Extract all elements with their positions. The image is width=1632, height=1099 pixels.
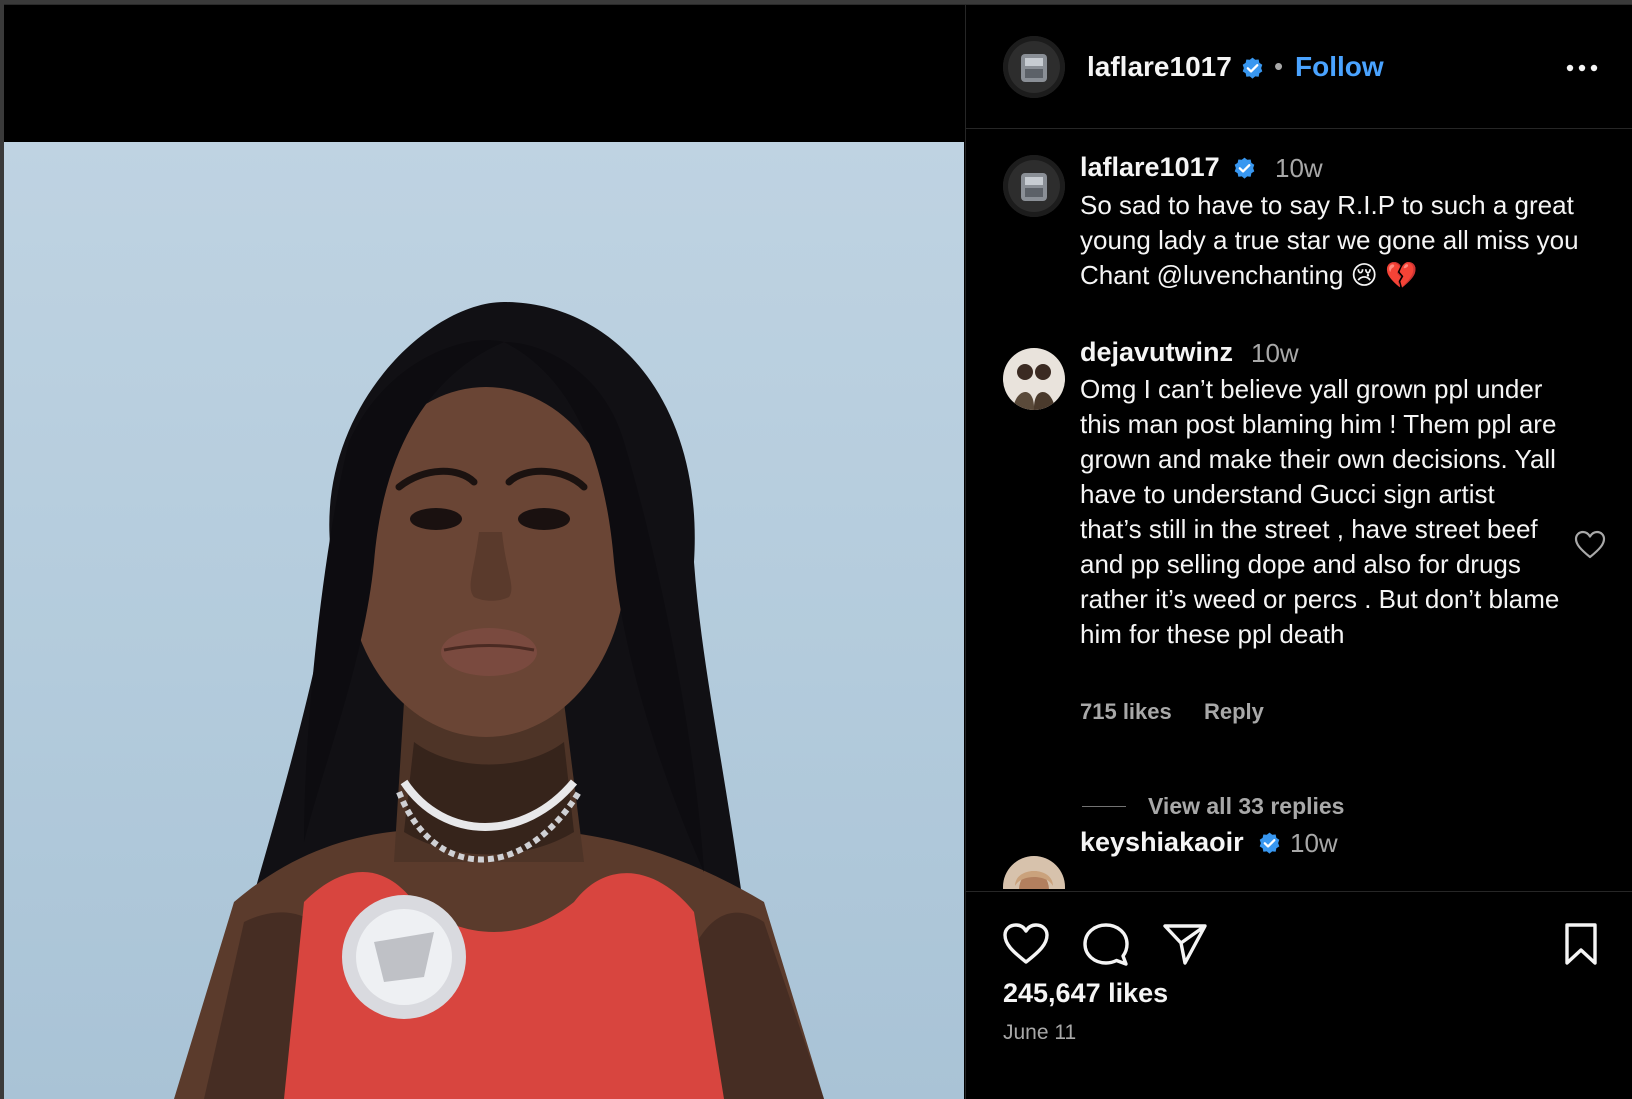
more-options-icon[interactable] [1562,53,1602,83]
comment-bubble-icon[interactable] [1082,922,1130,968]
verified-badge-icon [1240,56,1265,81]
author-avatar[interactable] [1003,36,1065,98]
comment-author-avatar[interactable] [1003,348,1065,410]
caption-author-avatar[interactable] [1003,155,1065,217]
reply-button[interactable]: Reply [1204,699,1264,725]
portrait-illustration [174,302,824,1099]
post-like-count[interactable]: 245,647 likes [1003,978,1168,1009]
post-side-panel: laflare1017 • Follow laflare1017 10w So … [965,5,1632,1099]
heart-icon[interactable] [1002,922,1050,966]
caption-author-username[interactable]: laflare1017 [1080,152,1220,183]
caption-text: So sad to have to say R.I.P to such a gr… [1080,190,1579,290]
replies-divider [1082,806,1126,807]
post-action-bar: 245,647 likes June 11 [966,891,1632,1099]
post-header: laflare1017 • Follow [966,5,1632,129]
comment-text: Omg I can’t believe yall grown ppl under… [1080,374,1560,649]
post-date[interactable]: June 11 [1003,1021,1076,1045]
comment-author-avatar[interactable] [1003,856,1065,889]
instagram-post-window: laflare1017 • Follow laflare1017 10w So … [4,4,1632,1099]
comment-timestamp[interactable]: 10w [1290,828,1338,859]
verified-badge-icon [1232,156,1257,181]
caption-timestamp[interactable]: 10w [1275,153,1323,184]
comment-timestamp[interactable]: 10w [1251,338,1299,369]
separator-dot: • [1274,51,1284,81]
comment-author-username[interactable]: keyshiakaoir [1080,827,1244,858]
comment-like-count[interactable]: 715 likes [1080,699,1172,725]
follow-button[interactable]: Follow [1295,51,1384,83]
post-photo[interactable] [4,142,964,1099]
comment-author-username[interactable]: dejavutwinz [1080,337,1233,368]
bookmark-icon[interactable] [1563,922,1599,966]
paper-plane-icon[interactable] [1162,922,1208,966]
author-username[interactable]: laflare1017 [1087,51,1232,83]
view-replies-button[interactable]: View all 33 replies [1148,793,1344,820]
post-media [4,5,964,1099]
verified-badge-icon [1257,831,1282,856]
comment-like-heart-icon[interactable] [1574,530,1606,560]
comments-list[interactable]: laflare1017 10w So sad to have to say R.… [966,129,1632,889]
